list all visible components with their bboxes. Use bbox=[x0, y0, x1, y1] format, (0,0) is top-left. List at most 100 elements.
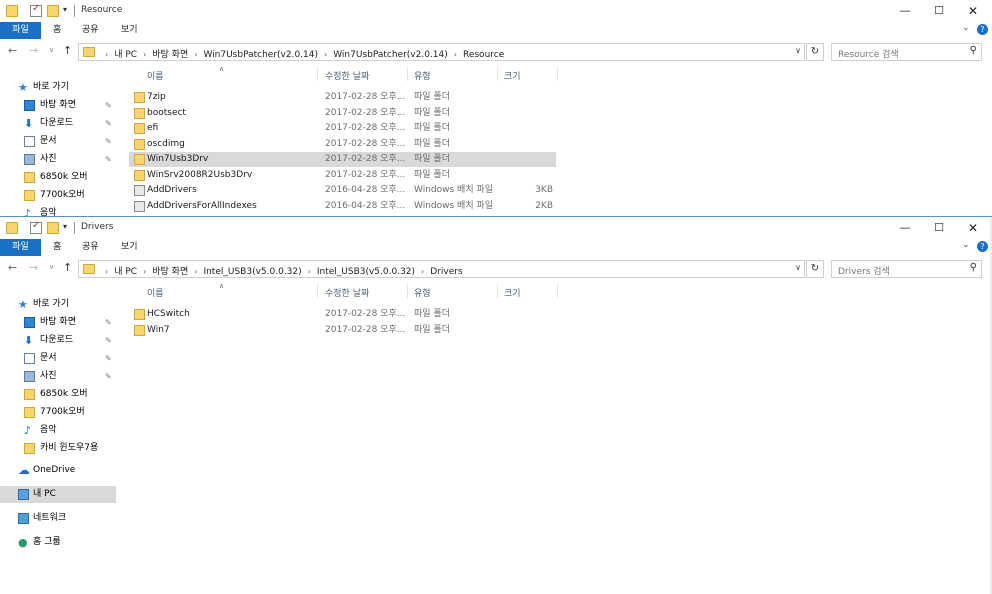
column-header-type[interactable]: 유형 bbox=[414, 69, 431, 82]
pin-icon[interactable]: ✎ bbox=[105, 368, 112, 385]
sidebar-item[interactable]: 6850k 오버 bbox=[0, 386, 116, 403]
sidebar-item[interactable]: 문서 ✎ bbox=[0, 133, 116, 150]
help-icon[interactable]: ? bbox=[977, 241, 988, 252]
column-divider[interactable] bbox=[317, 67, 318, 81]
new-folder-icon[interactable] bbox=[47, 5, 59, 17]
pin-icon[interactable]: ✎ bbox=[105, 97, 112, 114]
quick-access-dropdown-icon[interactable]: ▾ bbox=[63, 222, 67, 231]
column-header-name[interactable]: 이름 bbox=[147, 286, 164, 299]
pin-icon[interactable]: ✎ bbox=[105, 115, 112, 132]
chevron-down-icon[interactable]: ∨ bbox=[795, 46, 801, 55]
file-row[interactable]: HCSwitch 2017-02-28 오후... 파일 폴더 bbox=[129, 307, 556, 322]
chevron-right-icon[interactable]: › bbox=[324, 50, 327, 59]
file-row[interactable]: WinSrv2008R2Usb3Drv 2017-02-28 오후... 파일 폴더 bbox=[129, 168, 556, 183]
column-divider[interactable] bbox=[557, 67, 558, 81]
sidebar-item[interactable]: 카비 윈도우7용 bbox=[0, 440, 116, 457]
file-row[interactable]: AddDriversForAllIndexes 2016-04-28 오후... W… bbox=[129, 199, 556, 214]
breadcrumb-item[interactable]: Win7UsbPatcher(v2.0.14) bbox=[203, 50, 318, 60]
minimize-button[interactable]: — bbox=[893, 3, 917, 19]
refresh-button[interactable]: ↻ bbox=[806, 260, 824, 278]
search-input[interactable]: Resource 검색 ⚲ bbox=[831, 43, 982, 61]
sidebar-item[interactable]: ♪ 음악 bbox=[0, 205, 116, 216]
expand-ribbon-icon[interactable]: ⌄ bbox=[962, 240, 970, 250]
pin-icon[interactable]: ✎ bbox=[105, 314, 112, 331]
breadcrumb-item[interactable]: 바탕 화면 bbox=[152, 267, 188, 277]
breadcrumb-item[interactable]: 내 PC bbox=[114, 50, 137, 60]
breadcrumb-item[interactable]: Drivers bbox=[430, 267, 462, 277]
sidebar-item[interactable]: ★ 바로 가기 bbox=[0, 296, 116, 313]
properties-icon[interactable] bbox=[30, 3, 42, 17]
sidebar-item[interactable]: 사진 ✎ bbox=[0, 151, 116, 168]
minimize-button[interactable]: — bbox=[893, 220, 917, 236]
close-button[interactable]: ✕ bbox=[961, 3, 985, 19]
sidebar-item[interactable]: ♪ 음악 bbox=[0, 422, 116, 439]
column-header-name[interactable]: 이름 bbox=[147, 69, 164, 82]
chevron-right-icon[interactable]: › bbox=[308, 267, 311, 276]
column-header-type[interactable]: 유형 bbox=[414, 286, 431, 299]
sidebar-item[interactable]: ☁ OneDrive bbox=[0, 462, 116, 479]
breadcrumb-item[interactable]: Resource bbox=[463, 50, 504, 60]
column-header-date[interactable]: 수정한 날짜 bbox=[325, 286, 369, 299]
recent-locations-icon[interactable]: ∨ bbox=[49, 46, 54, 54]
back-button[interactable]: ← bbox=[8, 261, 17, 274]
file-row[interactable]: bootsect 2017-02-28 오후... 파일 폴더 bbox=[129, 106, 556, 121]
sidebar-item[interactable]: 7700k오버 bbox=[0, 404, 116, 421]
address-bar[interactable]: › 내 PC › 바탕 화면 › Intel_USB3(v5.0.0.32) › Intel_… bbox=[78, 260, 805, 278]
pin-icon[interactable]: ✎ bbox=[105, 332, 112, 349]
chevron-right-icon[interactable]: › bbox=[143, 50, 146, 59]
column-divider[interactable] bbox=[497, 284, 498, 298]
tab-file[interactable]: 파일 bbox=[0, 22, 41, 39]
column-divider[interactable] bbox=[407, 67, 408, 81]
chevron-right-icon[interactable]: › bbox=[194, 267, 197, 276]
refresh-button[interactable]: ↻ bbox=[806, 43, 824, 61]
tab-share[interactable]: 공유 bbox=[82, 22, 99, 39]
sidebar-item[interactable]: ● 홈 그룹 bbox=[0, 534, 116, 551]
chevron-down-icon[interactable]: ∨ bbox=[795, 263, 801, 272]
sidebar-item[interactable]: 6850k 오버 bbox=[0, 169, 116, 186]
sidebar-item[interactable]: ⬇ 다운로드 ✎ bbox=[0, 115, 116, 132]
search-input[interactable]: Drivers 검색 ⚲ bbox=[831, 260, 982, 278]
column-divider[interactable] bbox=[317, 284, 318, 298]
breadcrumb-item[interactable]: 바탕 화면 bbox=[152, 50, 188, 60]
tab-view[interactable]: 보기 bbox=[121, 22, 138, 39]
chevron-right-icon[interactable]: › bbox=[143, 267, 146, 276]
sidebar-item[interactable]: 7700k오버 bbox=[0, 187, 116, 204]
new-folder-icon[interactable] bbox=[47, 222, 59, 234]
sidebar-item[interactable]: 문서 ✎ bbox=[0, 350, 116, 367]
recent-locations-icon[interactable]: ∨ bbox=[49, 263, 54, 271]
pin-icon[interactable]: ✎ bbox=[105, 133, 112, 150]
pin-icon[interactable]: ✎ bbox=[105, 350, 112, 367]
expand-ribbon-icon[interactable]: ⌄ bbox=[962, 23, 970, 33]
breadcrumb-item[interactable]: 내 PC bbox=[114, 267, 137, 277]
column-divider[interactable] bbox=[557, 284, 558, 298]
back-button[interactable]: ← bbox=[8, 44, 17, 57]
column-divider[interactable] bbox=[497, 67, 498, 81]
file-row[interactable]: 7zip 2017-02-28 오후... 파일 폴더 bbox=[129, 90, 556, 105]
close-button[interactable]: ✕ bbox=[961, 220, 985, 236]
breadcrumb-item[interactable]: Intel_USB3(v5.0.0.32) bbox=[203, 267, 301, 277]
column-divider[interactable] bbox=[407, 284, 408, 298]
pin-icon[interactable]: ✎ bbox=[105, 151, 112, 168]
tab-share[interactable]: 공유 bbox=[82, 239, 99, 256]
sidebar-item[interactable]: 사진 ✎ bbox=[0, 368, 116, 385]
column-header-date[interactable]: 수정한 날짜 bbox=[325, 69, 369, 82]
sidebar-item[interactable]: 바탕 화면 ✎ bbox=[0, 314, 116, 331]
up-button[interactable]: ↑ bbox=[63, 44, 72, 57]
sidebar-item[interactable]: ⬇ 다운로드 ✎ bbox=[0, 332, 116, 349]
chevron-right-icon[interactable]: › bbox=[194, 50, 197, 59]
tab-view[interactable]: 보기 bbox=[121, 239, 138, 256]
tab-file[interactable]: 파일 bbox=[0, 239, 41, 256]
maximize-button[interactable]: ☐ bbox=[927, 220, 951, 236]
sidebar-item[interactable]: 내 PC bbox=[0, 486, 116, 503]
file-row[interactable]: oscdimg 2017-02-28 오후... 파일 폴더 bbox=[129, 137, 556, 152]
breadcrumb-item[interactable]: Intel_USB3(v5.0.0.32) bbox=[317, 267, 415, 277]
sidebar-item[interactable]: 바탕 화면 ✎ bbox=[0, 97, 116, 114]
help-icon[interactable]: ? bbox=[977, 24, 988, 35]
file-row[interactable]: Win7Usb3Drv 2017-02-28 오후... 파일 폴더 bbox=[129, 152, 556, 167]
address-bar[interactable]: › 내 PC › 바탕 화면 › Win7UsbPatcher(v2.0.14) › Win7… bbox=[78, 43, 805, 61]
file-row[interactable]: AddDrivers 2016-04-28 오후... Windows 배치 파일 3… bbox=[129, 183, 556, 198]
tab-home[interactable]: 홈 bbox=[53, 22, 61, 39]
sidebar-item[interactable]: ★ 바로 가기 bbox=[0, 79, 116, 96]
chevron-right-icon[interactable]: › bbox=[454, 50, 457, 59]
properties-icon[interactable] bbox=[30, 220, 42, 234]
